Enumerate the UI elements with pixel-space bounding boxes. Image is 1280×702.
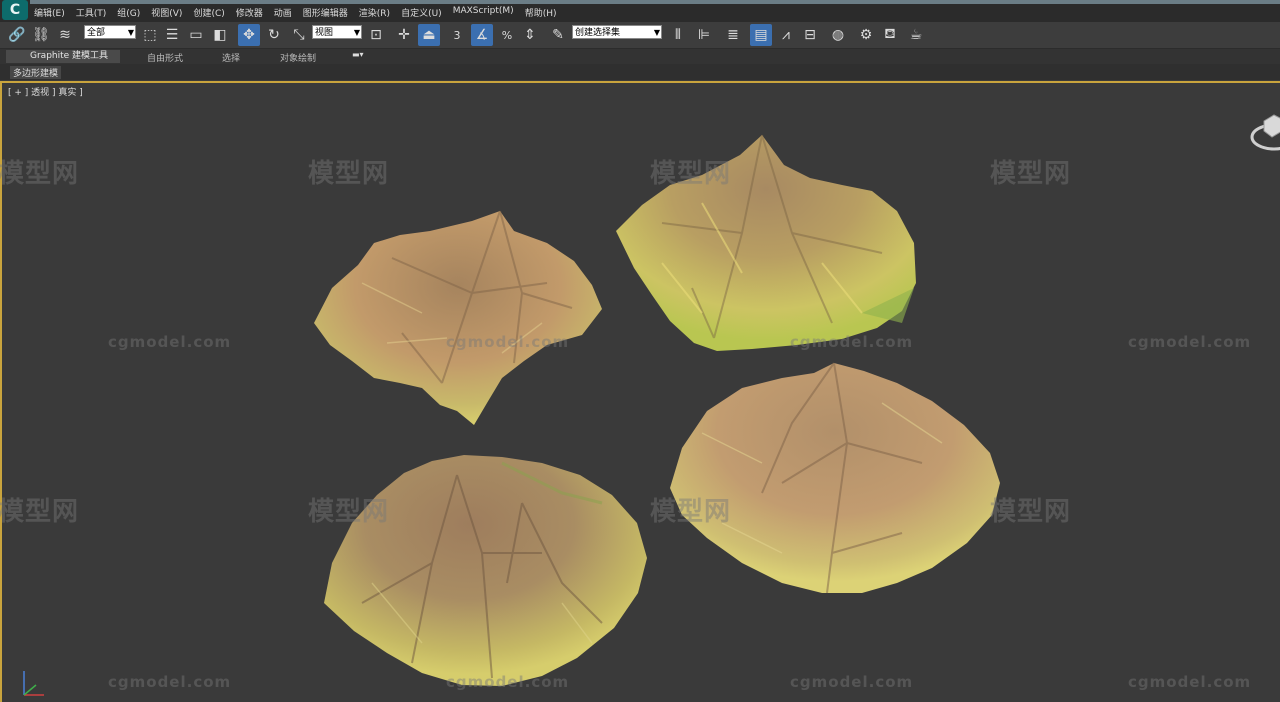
window-crossing-icon[interactable]: ◧ — [210, 24, 230, 46]
tab-selection[interactable]: 选择 — [222, 51, 240, 64]
watermark-en: cgmodel.com — [1128, 673, 1252, 691]
title-strip — [30, 0, 1280, 4]
watermark-cn: 模型网 — [650, 497, 732, 527]
tab-freeform[interactable]: 自由形式 — [147, 51, 183, 64]
menu-maxscript[interactable]: MAXScript(M) — [453, 6, 514, 19]
pivot-center-icon[interactable]: ⊡ — [366, 24, 386, 46]
watermark-cn: 模型网 — [650, 159, 732, 189]
snap-3-label: 3 — [453, 28, 461, 42]
tab-graphite[interactable]: Graphite 建模工具 — [6, 50, 121, 63]
terrain-mountain-c[interactable] — [324, 455, 647, 686]
selection-filter-dropdown[interactable]: 全部 ▼ — [84, 25, 136, 39]
chevron-down-icon: ▼ — [653, 28, 660, 37]
manipulate-icon[interactable]: ✛ — [394, 24, 414, 46]
watermark-en: cgmodel.com — [790, 333, 914, 351]
title-bar: C 编辑(E) 工具(T) 组(G) 视图(V) 创建(C) 修改器 动画 图形… — [0, 0, 1280, 22]
tab-object-paint[interactable]: 对象绘制 — [280, 51, 316, 64]
menu-group[interactable]: 组(G) — [117, 6, 140, 19]
watermark-cn: 模型网 — [308, 159, 390, 189]
selection-filter-value: 全部 — [87, 28, 106, 38]
schematic-view-icon[interactable]: ⊟ — [800, 24, 820, 46]
watermark-cn: 模型网 — [0, 159, 80, 189]
angle-snap-icon[interactable]: ∡ — [471, 24, 493, 46]
menu-modifiers[interactable]: 修改器 — [236, 6, 263, 19]
menu-help[interactable]: 帮助(H) — [525, 6, 557, 19]
viewcube-icon[interactable] — [1250, 103, 1280, 153]
watermark-cn: 模型网 — [0, 497, 80, 527]
menu-customize[interactable]: 自定义(U) — [401, 6, 442, 19]
chevron-down-icon: ▼ — [127, 28, 134, 37]
perspective-viewport[interactable]: [ + ] 透视 ] 真实 ] 模型网 模型网 模型网 模型网 模型网 模型网 … — [0, 81, 1280, 702]
spinner-snap-icon[interactable]: ⇕ — [520, 24, 540, 46]
menu-graph-editors[interactable]: 图形编辑器 — [303, 6, 348, 19]
unlink-icon[interactable]: ⛓ — [30, 24, 52, 46]
axis-tripod-icon — [23, 671, 44, 696]
select-move-icon[interactable]: ✥ — [238, 24, 260, 46]
link-icon[interactable]: 🔗 — [6, 24, 28, 46]
menu-animation[interactable]: 动画 — [274, 6, 292, 19]
snaps-toggle-icon[interactable]: 3 — [448, 24, 466, 46]
edit-named-selection-icon[interactable]: ✎ — [548, 24, 568, 46]
watermark-cn: 模型网 — [990, 497, 1072, 527]
rectangular-selection-icon[interactable]: ▭ — [186, 24, 206, 46]
layer-manager-icon[interactable]: ≣ — [722, 24, 744, 46]
named-selection-value: 创建选择集 — [575, 28, 621, 38]
percent-snap-icon[interactable]: % — [497, 24, 517, 46]
terrain-mountain-d[interactable] — [670, 362, 1000, 594]
menu-bar: 编辑(E) 工具(T) 组(G) 视图(V) 创建(C) 修改器 动画 图形编辑… — [34, 6, 567, 19]
select-by-name-icon[interactable]: ☰ — [162, 24, 182, 46]
watermark-en: cgmodel.com — [790, 673, 914, 691]
watermark-cn: 模型网 — [990, 159, 1072, 189]
app-logo-icon[interactable]: C — [2, 0, 28, 20]
watermark-en: cgmodel.com — [108, 673, 232, 691]
align-icon[interactable]: ⊫ — [694, 24, 714, 46]
select-rotate-icon[interactable]: ↻ — [264, 24, 284, 46]
material-editor-icon[interactable]: ◍ — [828, 24, 848, 46]
menu-tools[interactable]: 工具(T) — [76, 6, 107, 19]
keyboard-shortcut-override-icon[interactable]: ⏏ — [418, 24, 440, 46]
reference-coordinate-value: 视图 — [315, 28, 334, 38]
curve-editor-icon[interactable]: ⩘ — [776, 24, 796, 46]
ribbon-options-icon[interactable]: ▬▾ — [352, 50, 364, 59]
watermark-en: cgmodel.com — [446, 673, 570, 691]
bind-spacewarp-icon[interactable]: ≋ — [54, 24, 76, 46]
select-scale-icon[interactable]: ⤡ — [289, 24, 309, 46]
percent-snap-label: % — [501, 28, 513, 42]
terrain-models[interactable] — [2, 83, 1280, 702]
terrain-mountain-a[interactable] — [314, 210, 602, 425]
watermark-cn: 模型网 — [308, 497, 390, 527]
select-object-icon[interactable]: ⬚ — [140, 24, 160, 46]
watermark-en: cgmodel.com — [1128, 333, 1252, 351]
panel-polygon-modeling[interactable]: 多边形建模 — [10, 66, 62, 79]
main-toolbar: 🔗 ⛓ ≋ 全部 ▼ ⬚ ☰ ▭ ◧ ✥ ↻ ⤡ 视图 ▼ ⊡ ✛ ⏏ 3 ∡ … — [0, 22, 1280, 49]
named-selection-dropdown[interactable]: 创建选择集 ▼ — [572, 25, 662, 39]
menu-views[interactable]: 视图(V) — [151, 6, 182, 19]
ribbon-tabs: Graphite 建模工具 自由形式 选择 对象绘制 ▬▾ — [0, 49, 1280, 64]
menu-create[interactable]: 创建(C) — [193, 6, 224, 19]
menu-edit[interactable]: 编辑(E) — [34, 6, 65, 19]
chevron-down-icon: ▼ — [353, 28, 360, 37]
menu-rendering[interactable]: 渲染(R) — [359, 6, 390, 19]
watermark-en: cgmodel.com — [446, 333, 570, 351]
render-setup-icon[interactable]: ⚙ — [856, 24, 876, 46]
mirror-icon[interactable]: ⫴ — [668, 24, 688, 46]
reference-coordinate-dropdown[interactable]: 视图 ▼ — [312, 25, 362, 39]
ribbon-panel-bar: 多边形建模 — [0, 64, 1280, 80]
rendered-frame-icon[interactable]: ⛾ — [880, 24, 900, 46]
graphite-toggle-icon[interactable]: ▤ — [750, 24, 772, 46]
watermark-en: cgmodel.com — [108, 333, 232, 351]
render-production-icon[interactable]: ☕ — [906, 24, 926, 46]
